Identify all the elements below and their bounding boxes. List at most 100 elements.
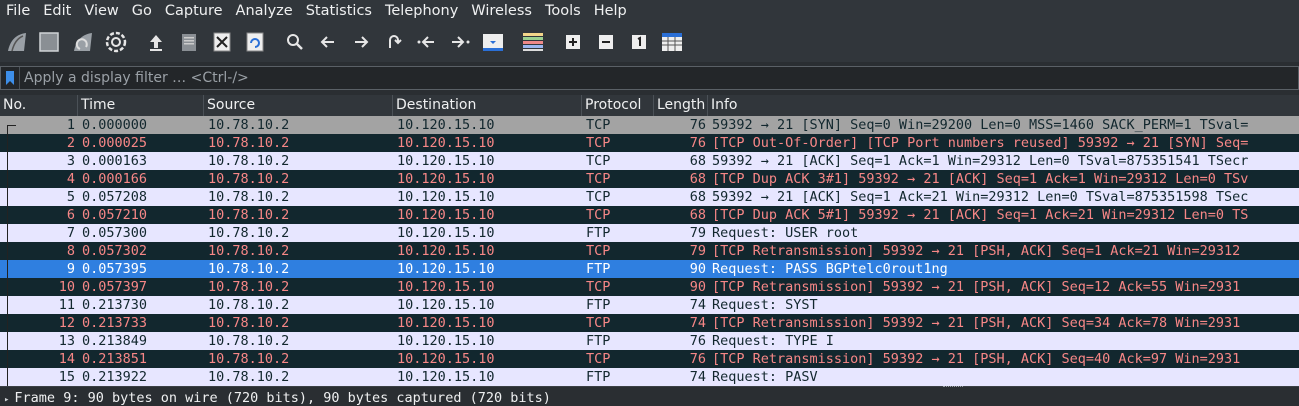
packet-destination: 10.120.15.10 <box>397 315 495 331</box>
menu-edit[interactable]: Edit <box>36 0 77 22</box>
packet-source: 10.78.10.2 <box>208 351 290 367</box>
packet-row[interactable]: 12 0.213733 10.78.10.2 10.120.15.10 TCP 74 [TC… <box>0 314 1299 332</box>
packet-info: [TCP Retransmission] 59392 → 21 [PSH, AC… <box>712 351 1241 367</box>
packet-row[interactable]: 9 0.057395 10.78.10.2 10.120.15.10 FTP 90 Requ… <box>0 260 1299 278</box>
menu-tools[interactable]: Tools <box>538 0 587 22</box>
packet-length: 76 <box>689 351 706 367</box>
packet-protocol: TCP <box>586 279 611 295</box>
auto-scroll-icon[interactable] <box>480 29 506 55</box>
column-header-protocol[interactable]: Protocol <box>582 95 654 116</box>
column-header-source[interactable]: Source <box>204 95 393 116</box>
packet-row[interactable]: 14 0.213851 10.78.10.2 10.120.15.10 TCP 76 [TC… <box>0 350 1299 368</box>
menu-go[interactable]: Go <box>125 0 158 22</box>
menu-capture[interactable]: Capture <box>158 0 229 22</box>
packet-protocol: TCP <box>586 315 611 331</box>
start-capture-icon[interactable] <box>4 29 30 55</box>
packet-row[interactable]: 10 0.057397 10.78.10.2 10.120.15.10 TCP 90 [TC… <box>0 278 1299 296</box>
save-file-icon[interactable] <box>176 29 202 55</box>
find-packet-icon[interactable] <box>282 29 308 55</box>
packet-protocol: TCP <box>586 189 611 205</box>
packet-source: 10.78.10.2 <box>208 171 290 187</box>
packet-source: 10.78.10.2 <box>208 261 290 277</box>
frame-summary-line[interactable]: ▸ Frame 9: 90 bytes on wire (720 bits), 9… <box>4 390 551 406</box>
packet-length: 74 <box>689 369 706 385</box>
pane-splitter-handle[interactable] <box>943 386 963 389</box>
packet-protocol: TCP <box>586 351 611 367</box>
menu-statistics[interactable]: Statistics <box>299 0 378 22</box>
packet-row[interactable]: 7 0.057300 10.78.10.2 10.120.15.10 FTP 79 Requ… <box>0 224 1299 242</box>
colorize-icon[interactable] <box>520 29 546 55</box>
packet-protocol: TCP <box>586 243 611 259</box>
column-header-destination[interactable]: Destination <box>393 95 582 116</box>
packet-row[interactable]: 1 0.000000 10.78.10.2 10.120.15.10 TCP 76 5939… <box>0 116 1299 134</box>
packet-protocol: TCP <box>586 207 611 223</box>
packet-row[interactable]: 2 0.000025 10.78.10.2 10.120.15.10 TCP 76 [TCP… <box>0 134 1299 152</box>
packet-destination: 10.120.15.10 <box>397 225 495 241</box>
packet-list: 1 0.000000 10.78.10.2 10.120.15.10 TCP 76 5939… <box>0 116 1299 386</box>
packet-row[interactable]: 5 0.057208 10.78.10.2 10.120.15.10 TCP 68 5939… <box>0 188 1299 206</box>
go-to-packet-icon[interactable] <box>381 29 407 55</box>
menu-file[interactable]: File <box>0 0 36 22</box>
packet-time: 0.213733 <box>82 315 148 331</box>
packet-row[interactable]: 13 0.213849 10.78.10.2 10.120.15.10 FTP 76 Req… <box>0 332 1299 350</box>
packet-row[interactable]: 4 0.000166 10.78.10.2 10.120.15.10 TCP 68 [TCP… <box>0 170 1299 188</box>
menu-help[interactable]: Help <box>587 0 633 22</box>
packet-source: 10.78.10.2 <box>208 279 290 295</box>
column-header-info[interactable]: Info <box>708 95 1299 116</box>
packet-time: 0.057300 <box>82 225 148 241</box>
packet-row[interactable]: 11 0.213730 10.78.10.2 10.120.15.10 FTP 74 Req… <box>0 296 1299 314</box>
packet-row[interactable]: 3 0.000163 10.78.10.2 10.120.15.10 TCP 68 5939… <box>0 152 1299 170</box>
normal-size-icon[interactable] <box>626 29 652 55</box>
packet-info: [TCP Dup ACK 5#1] 59392 → 21 [ACK] Seq=1… <box>712 207 1249 223</box>
packet-protocol: TCP <box>586 171 611 187</box>
filter-bookmark-icon[interactable] <box>1 67 20 89</box>
packet-source: 10.78.10.2 <box>208 333 290 349</box>
packet-info: Request: SYST <box>712 297 818 313</box>
capture-options-icon[interactable] <box>103 29 129 55</box>
packet-row[interactable]: 8 0.057302 10.78.10.2 10.120.15.10 TCP 79 [TCP… <box>0 242 1299 260</box>
packet-destination: 10.120.15.10 <box>397 297 495 313</box>
expand-arrow-icon[interactable]: ▸ <box>4 395 9 405</box>
last-packet-icon[interactable] <box>447 29 473 55</box>
packet-time: 0.057208 <box>82 189 148 205</box>
menu-view[interactable]: View <box>77 0 124 22</box>
packet-row[interactable]: 15 0.213922 10.78.10.2 10.120.15.10 FTP 74 Req… <box>0 368 1299 386</box>
restart-capture-icon[interactable] <box>70 29 96 55</box>
zoom-out-icon[interactable] <box>593 29 619 55</box>
stop-capture-icon[interactable] <box>36 29 62 55</box>
menu-analyze[interactable]: Analyze <box>229 0 299 22</box>
packet-time: 0.213730 <box>82 297 148 313</box>
packet-row[interactable]: 6 0.057210 10.78.10.2 10.120.15.10 TCP 68 [TCP… <box>0 206 1299 224</box>
zoom-in-icon[interactable] <box>560 29 586 55</box>
packet-length: 68 <box>689 171 706 187</box>
packet-destination: 10.120.15.10 <box>397 189 495 205</box>
packet-destination: 10.120.15.10 <box>397 207 495 223</box>
menu-bar: File Edit View Go Capture Analyze Statis… <box>0 0 1299 22</box>
first-packet-icon[interactable] <box>414 29 440 55</box>
column-header-no[interactable]: No. <box>0 95 78 116</box>
packet-protocol: TCP <box>586 153 611 169</box>
packet-protocol: FTP <box>586 261 611 277</box>
display-filter-input[interactable] <box>20 68 1224 88</box>
packet-length: 76 <box>689 135 706 151</box>
close-file-icon[interactable] <box>209 29 235 55</box>
packet-info: Request: USER root <box>712 225 859 241</box>
menu-wireless[interactable]: Wireless <box>464 0 538 22</box>
reload-file-icon[interactable] <box>242 29 268 55</box>
go-back-icon[interactable] <box>315 29 341 55</box>
packet-length: 74 <box>689 297 706 313</box>
go-forward-icon[interactable] <box>348 29 374 55</box>
packet-protocol: FTP <box>586 369 611 385</box>
packet-destination: 10.120.15.10 <box>397 261 495 277</box>
display-filter-bar <box>0 66 1299 90</box>
column-header-length[interactable]: Length <box>654 95 708 116</box>
packet-source: 10.78.10.2 <box>208 207 290 223</box>
packet-length: 90 <box>689 279 706 295</box>
resize-columns-icon[interactable] <box>659 29 685 55</box>
packet-info: [TCP Out-Of-Order] [TCP Port numbers reu… <box>712 135 1249 151</box>
column-header-time[interactable]: Time <box>78 95 204 116</box>
open-file-icon[interactable] <box>143 29 169 55</box>
packet-info: [TCP Retransmission] 59392 → 21 [PSH, AC… <box>712 243 1241 259</box>
packet-source: 10.78.10.2 <box>208 117 290 133</box>
menu-telephony[interactable]: Telephony <box>378 0 464 22</box>
